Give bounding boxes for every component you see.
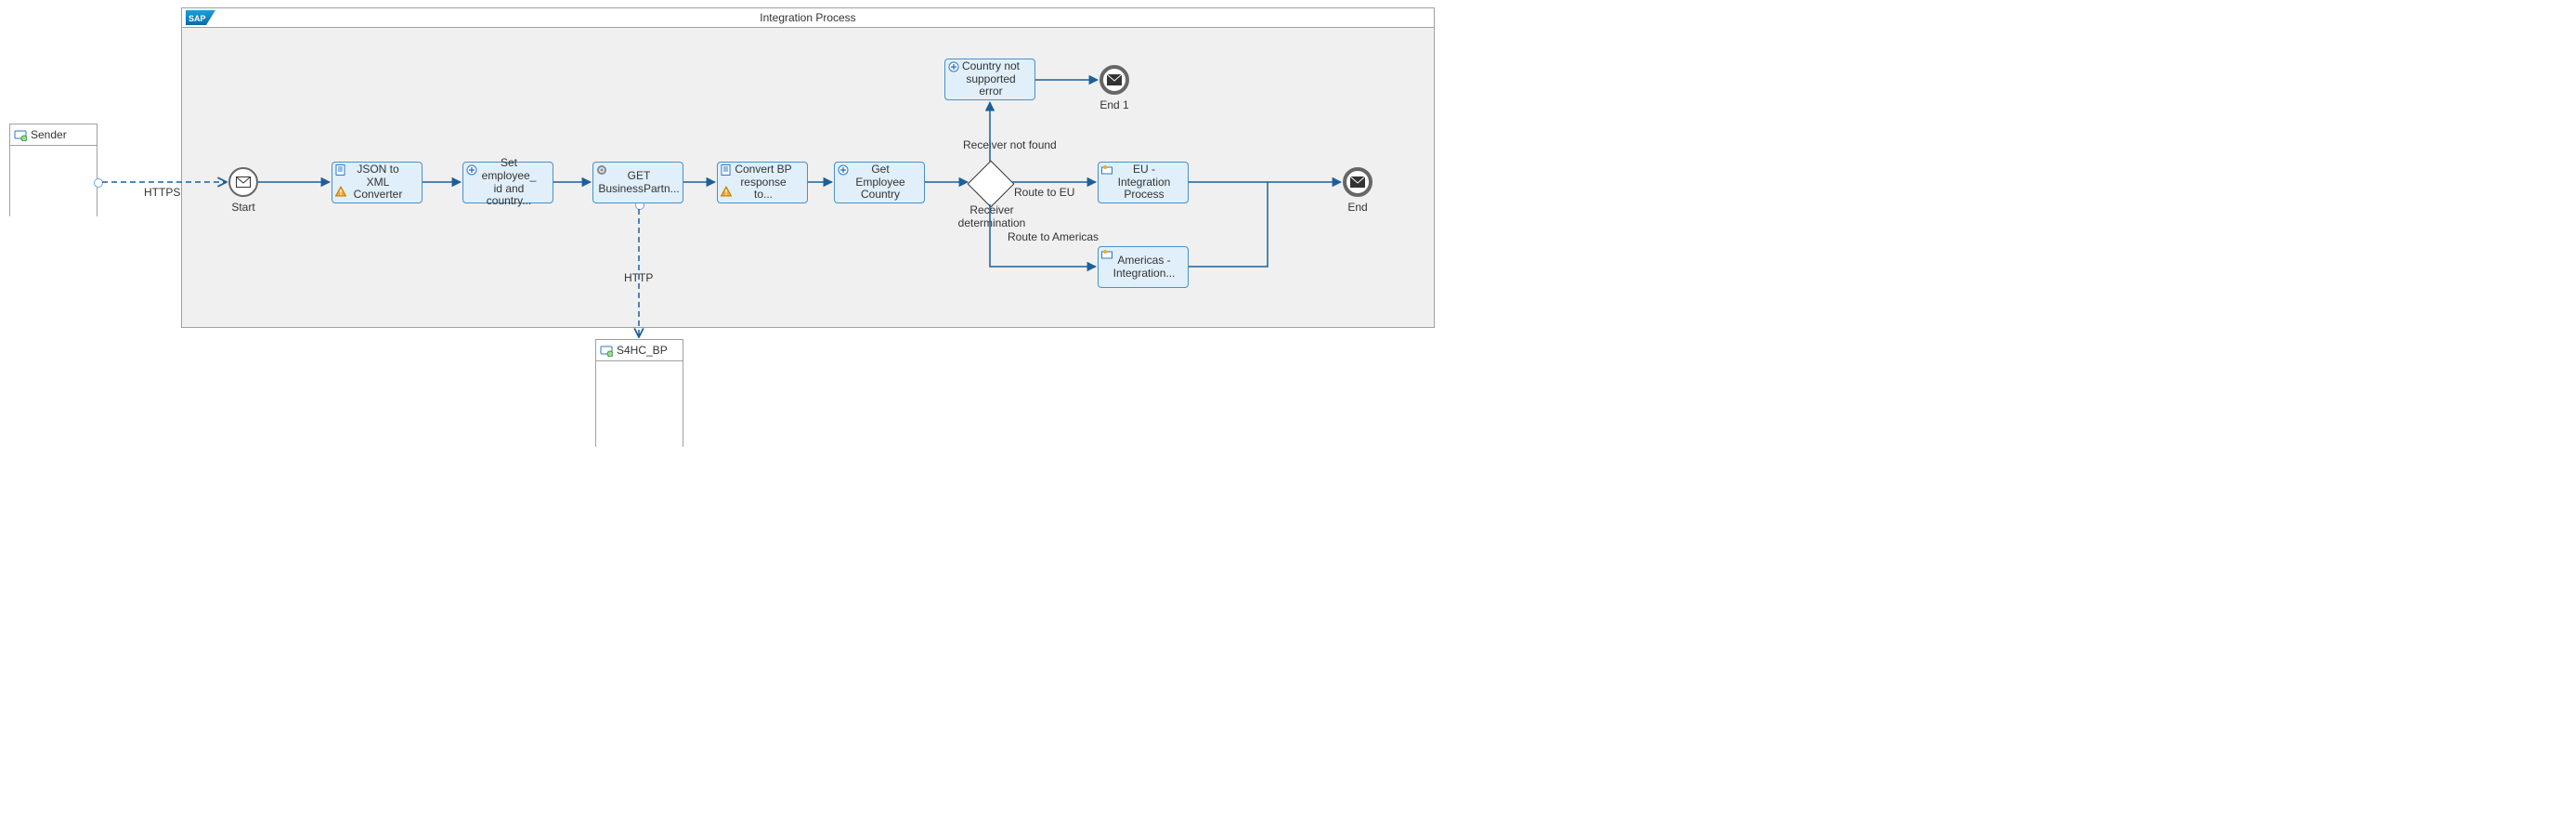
- participant-icon: [14, 128, 27, 141]
- task-eu-label: EU - Integration Process: [1113, 163, 1175, 202]
- sender-header: Sender: [10, 124, 97, 146]
- pool-title: Integration Process: [760, 11, 855, 24]
- end-event[interactable]: [1343, 167, 1373, 197]
- gateway-label: Receiver determination: [955, 203, 1029, 229]
- task-json-to-xml-label: JSON to XML Converter: [347, 163, 409, 202]
- edge-http-label: HTTP: [624, 271, 653, 284]
- task-eu-process[interactable]: EU - Integration Process: [1098, 162, 1189, 203]
- sender-participant[interactable]: Sender: [9, 124, 98, 216]
- script-icon: [335, 164, 346, 179]
- edge-https-label: HTTPS: [144, 186, 180, 199]
- task-get-country[interactable]: Get Employee Country: [834, 162, 925, 203]
- end1-label: End 1: [1077, 98, 1151, 111]
- warning-icon: [335, 186, 346, 201]
- request-reply-icon: [596, 164, 607, 179]
- pool-header: SAP Integration Process: [182, 8, 1434, 28]
- script-icon: [721, 164, 732, 179]
- svg-text:SAP: SAP: [189, 14, 206, 23]
- warning-icon: [721, 186, 732, 201]
- process-call-icon: [1101, 164, 1112, 179]
- task-convert-bp-label: Convert BP response to...: [733, 163, 794, 202]
- task-convert-bp[interactable]: Convert BP response to...: [717, 162, 808, 203]
- edge-not-found-label: Receiver not found: [963, 138, 1074, 151]
- task-set-employee[interactable]: Set employee_ id and country...: [462, 162, 553, 203]
- message-icon: [1107, 74, 1122, 85]
- message-icon: [1350, 176, 1365, 188]
- s4hc-bp-header: S4HC_BP: [596, 340, 683, 361]
- content-modifier-icon: [466, 164, 477, 179]
- sender-port[interactable]: [94, 178, 103, 188]
- content-modifier-icon: [838, 164, 849, 179]
- participant-icon: [600, 344, 613, 357]
- sender-title: Sender: [31, 124, 67, 145]
- edge-route-eu-label: Route to EU: [1014, 186, 1074, 199]
- start-label: Start: [206, 201, 280, 214]
- task-get-country-label: Get Employee Country: [850, 163, 911, 202]
- task-err-label: Country not supported error: [960, 60, 1021, 98]
- end-label: End: [1321, 201, 1395, 214]
- task-get-bp[interactable]: GET BusinessPartn...: [592, 162, 683, 203]
- start-event[interactable]: [228, 167, 258, 197]
- content-modifier-icon: [948, 61, 959, 76]
- task-get-bp-label: GET BusinessPartn...: [598, 170, 679, 196]
- task-americas-process[interactable]: Americas - Integration...: [1098, 246, 1189, 288]
- end1-event[interactable]: [1099, 65, 1129, 95]
- task-json-to-xml[interactable]: JSON to XML Converter: [332, 162, 423, 203]
- diagram-canvas: SAP Integration Process Sender Start: [0, 0, 1445, 462]
- process-call-icon: [1101, 249, 1112, 264]
- task-country-not-supported[interactable]: Country not supported error: [944, 59, 1035, 100]
- edge-route-am-label: Route to Americas: [1008, 230, 1099, 243]
- s4hc-bp-participant[interactable]: S4HC_BP: [595, 339, 683, 447]
- task-set-employee-label: Set employee_ id and country...: [478, 157, 540, 208]
- task-am-label: Americas - Integration...: [1113, 255, 1176, 281]
- s4hc-bp-title: S4HC_BP: [617, 340, 668, 360]
- message-icon: [236, 176, 251, 188]
- sap-logo: SAP: [186, 10, 215, 31]
